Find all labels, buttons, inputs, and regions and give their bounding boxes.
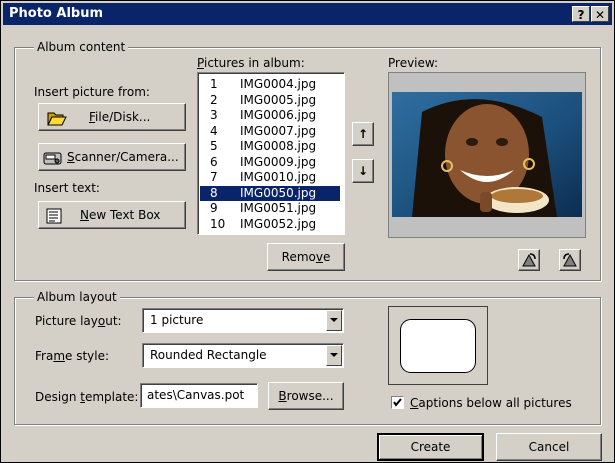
list-item[interactable]: 7 IMG0010.jpg — [200, 170, 340, 185]
dialog-title: Photo Album — [9, 6, 104, 21]
cancel-button[interactable]: Cancel — [496, 433, 602, 461]
photo-album-dialog: Photo Album ? ✕ Album content Insert pic… — [0, 0, 615, 463]
rotate-right-button[interactable] — [559, 249, 581, 271]
chevron-down-icon — [330, 318, 338, 322]
list-item-number: 6 — [210, 154, 218, 169]
rounded-frame-shape — [400, 319, 476, 373]
list-item-number: 7 — [210, 170, 218, 184]
checkmark-icon — [393, 398, 402, 407]
list-item[interactable]: 5 IMG0008.jpg — [200, 139, 340, 154]
frame-style-dropdown-button[interactable] — [326, 345, 342, 366]
list-item-filename: IMG0010.jpg — [240, 170, 317, 184]
list-item-filename: IMG0009.jpg — [240, 154, 317, 169]
frame-style-value: Rounded Rectangle — [150, 348, 267, 362]
list-item-filename: IMG0051.jpg — [240, 201, 317, 215]
arrow-up-icon: ↑ — [357, 127, 369, 141]
captions-label[interactable]: Captions below all pictures — [410, 396, 572, 410]
rotate-left-icon — [522, 253, 536, 267]
help-button[interactable]: ? — [572, 6, 590, 22]
arrow-down-icon: ↓ — [357, 164, 369, 178]
list-item-number: 2 — [210, 92, 218, 107]
list-item[interactable]: 10 IMG0052.jpg — [200, 217, 340, 232]
new-text-box-button-label: New Text Box — [80, 208, 161, 222]
list-item-filename: IMG0008.jpg — [240, 139, 317, 153]
close-button[interactable]: ✕ — [591, 6, 609, 22]
file-disk-button-label: File/Disk... — [89, 110, 151, 124]
pictures-list[interactable]: 1 IMG0004.jpg 2 IMG0005.jpg 3 IMG0006.jpg 4 IMG… — [197, 72, 345, 235]
design-template-input[interactable]: ates\Canvas.pot — [140, 383, 258, 408]
list-item-number: 4 — [210, 123, 218, 138]
list-item-filename: IMG0007.jpg — [240, 123, 317, 138]
picture-layout-dropdown-button[interactable] — [326, 310, 342, 331]
list-item-number: 8 — [210, 185, 218, 200]
album-layout-legend: Album layout — [34, 290, 120, 304]
browse-button[interactable]: Browse... — [268, 382, 344, 410]
frame-preview — [388, 306, 488, 385]
list-item-filename: IMG0006.jpg — [240, 108, 317, 122]
close-icon: ✕ — [594, 8, 606, 22]
design-template-label: Design template: — [35, 390, 139, 404]
list-item-filename: IMG0004.jpg — [240, 77, 317, 91]
list-item[interactable]: 6 IMG0009.jpg — [200, 155, 340, 170]
scanner-camera-button-label: Scanner/Camera... — [67, 150, 179, 164]
folder-open-icon — [47, 112, 67, 126]
picture-layout-value: 1 picture — [150, 313, 204, 327]
list-item[interactable]: 1 IMG0004.jpg — [200, 77, 340, 92]
create-button[interactable]: Create — [377, 433, 484, 461]
frame-style-label: Frame style: — [35, 349, 110, 363]
rotate-right-icon — [563, 253, 577, 267]
list-item-number: 10 — [210, 216, 226, 231]
pictures-in-album-label: Pictures in album: — [197, 56, 305, 70]
album-content-legend: Album content — [34, 40, 129, 54]
remove-button[interactable]: Remove — [267, 243, 345, 271]
scanner-icon — [43, 152, 62, 165]
list-item-number: 5 — [210, 139, 218, 153]
title-bar[interactable]: Photo Album ? ✕ — [3, 3, 612, 25]
list-item-number: 3 — [210, 108, 218, 122]
list-item[interactable]: 3 IMG0006.jpg — [200, 108, 340, 123]
list-item-number: 1 — [210, 77, 218, 91]
file-disk-button[interactable]: File/Disk... — [38, 103, 186, 131]
move-up-button[interactable]: ↑ — [352, 122, 374, 146]
list-item-filename: IMG0052.jpg — [240, 216, 317, 231]
list-item[interactable]: 2 IMG0005.jpg — [200, 93, 340, 108]
frame-style-combo[interactable]: Rounded Rectangle — [142, 343, 344, 368]
chevron-down-icon — [330, 353, 338, 357]
captions-checkbox[interactable] — [391, 396, 404, 409]
picture-layout-combo[interactable]: 1 picture — [142, 308, 344, 333]
picture-layout-label: Picture layout: — [35, 314, 122, 328]
help-icon: ? — [577, 8, 585, 22]
preview-pane — [388, 72, 586, 238]
list-item-number: 9 — [210, 201, 218, 215]
preview-label: Preview: — [388, 56, 439, 70]
list-item-filename: IMG0050.jpg — [240, 185, 317, 200]
list-item[interactable]: 9 IMG0051.jpg — [200, 201, 340, 216]
move-down-button[interactable]: ↓ — [352, 159, 374, 183]
new-text-box-button[interactable]: New Text Box — [38, 201, 186, 229]
design-template-value: ates\Canvas.pot — [147, 388, 245, 402]
preview-photo — [392, 92, 582, 217]
rotate-left-button[interactable] — [518, 249, 540, 271]
list-item[interactable]: 8 IMG0050.jpg — [200, 185, 340, 201]
insert-picture-label: Insert picture from: — [34, 85, 150, 99]
insert-text-label: Insert text: — [34, 181, 100, 195]
text-box-icon — [46, 208, 62, 224]
scanner-camera-button[interactable]: Scanner/Camera... — [38, 143, 186, 171]
list-item-filename: IMG0005.jpg — [240, 92, 317, 107]
list-item[interactable]: 4 IMG0007.jpg — [200, 124, 340, 139]
